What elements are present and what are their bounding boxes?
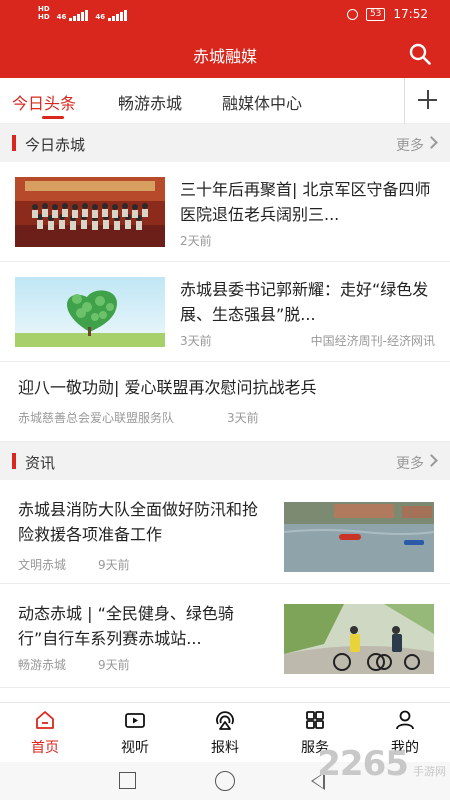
- tab-tour-chicheng[interactable]: 畅游赤城: [118, 90, 182, 114]
- news-thumbnail: [15, 177, 165, 247]
- grid-icon: [306, 711, 324, 729]
- more-link[interactable]: 更多: [396, 135, 424, 155]
- news-thumbnail: [284, 502, 434, 572]
- hd-badge: HD: [38, 13, 50, 21]
- tab-media-center[interactable]: 融媒体中心: [222, 90, 302, 114]
- news-source: 赤城慈善总会爱心联盟服务队: [18, 411, 175, 425]
- news-source: 畅游赤城: [18, 658, 67, 672]
- status-bar: HD HD 46 46 53 17:52: [0, 0, 450, 30]
- news-thumbnail: [15, 277, 165, 347]
- hd-badges: HD HD: [38, 5, 50, 21]
- clock: 17:52: [393, 7, 428, 21]
- battery-indicator: 53: [365, 7, 386, 21]
- news-headline: 迎八一敬功勋| 爱心联盟再次慰问抗战老兵: [18, 378, 317, 397]
- status-right: 53 17:52: [346, 7, 428, 21]
- watermark-text: 手游网: [413, 765, 446, 778]
- news-time: 3天前: [227, 411, 259, 425]
- news-time: 9天前: [98, 558, 130, 572]
- news-headline: 三十年后再聚首| 北京军区守备四师医院退伍老兵阔别三...: [180, 180, 431, 224]
- section-header-today: 今日赤城 更多: [0, 124, 450, 162]
- section-title: 今日赤城: [25, 136, 86, 154]
- nav-report[interactable]: 报料: [190, 703, 260, 763]
- more-link[interactable]: 更多: [396, 453, 424, 473]
- section-accent: [12, 135, 16, 151]
- nav-video[interactable]: 视听: [100, 703, 170, 763]
- user-icon: [396, 710, 414, 730]
- news-item[interactable]: 赤城县委书记郭新耀：走好“绿色发展、生态强县”脱... 3天前 中国经济周刊-经…: [0, 262, 450, 362]
- alarm-icon: [346, 8, 358, 20]
- watermark-number: 2265: [317, 744, 409, 784]
- news-headline: 赤城县消防大队全面做好防汛和抢险救援各项准备工作: [18, 500, 259, 544]
- active-tab-indicator: [42, 116, 64, 119]
- top-bar: HD HD 46 46 53 17:52 赤城融媒: [0, 0, 450, 78]
- news-source: 中国经济周刊-经济网讯: [310, 334, 435, 348]
- search-button[interactable]: [408, 42, 432, 66]
- signal-bars-icon: [69, 10, 89, 21]
- news-source: 文明赤城: [18, 558, 67, 572]
- news-time: 3天前: [180, 334, 212, 348]
- chevron-right-icon[interactable]: [425, 136, 438, 149]
- network-label: 46: [95, 13, 106, 21]
- news-item[interactable]: 赤城县消防大队全面做好防汛和抢险救援各项准备工作 文明赤城 9天前: [0, 480, 450, 584]
- home-icon: [36, 711, 54, 729]
- network-label: 46: [56, 13, 67, 21]
- recent-apps-button[interactable]: [119, 772, 136, 789]
- signal-bars-icon: [108, 10, 128, 21]
- news-time: 9天前: [98, 658, 130, 672]
- video-icon: [125, 713, 145, 728]
- nav-label: 报料: [211, 740, 239, 756]
- nav-label: 视听: [121, 740, 149, 756]
- section-accent: [12, 453, 16, 469]
- watermark: 2265 手游网: [317, 744, 446, 784]
- nav-home[interactable]: 首页: [10, 703, 80, 763]
- broadcast-icon: [216, 711, 234, 730]
- section-header-news: 资讯 更多: [0, 442, 450, 480]
- news-time: 2天前: [180, 234, 212, 248]
- channel-tabs: 今日头条 畅游赤城 融媒体中心: [0, 78, 450, 124]
- title-bar: 赤城融媒: [0, 30, 450, 78]
- add-channel-button[interactable]: [404, 78, 450, 124]
- news-thumbnail: [284, 604, 434, 674]
- news-headline: 赤城县委书记郭新耀：走好“绿色发展、生态强县”脱...: [180, 280, 429, 324]
- signal-indicators: HD HD 46 46: [38, 5, 128, 21]
- search-icon: [409, 43, 431, 65]
- app-title: 赤城融媒: [192, 47, 257, 66]
- home-button[interactable]: [215, 771, 235, 791]
- hd-badge: HD: [38, 5, 50, 13]
- news-item[interactable]: 迎八一敬功勋| 爱心联盟再次慰问抗战老兵 赤城慈善总会爱心联盟服务队 3天前: [0, 362, 450, 442]
- tab-today-headlines[interactable]: 今日头条: [12, 90, 76, 114]
- chevron-right-icon[interactable]: [425, 454, 438, 467]
- news-headline: 动态赤城 | “全民健身、绿色骑行”自行车系列赛赤城站...: [18, 604, 234, 648]
- section-title: 资讯: [25, 454, 56, 472]
- nav-label: 首页: [31, 740, 59, 756]
- news-item[interactable]: 三十年后再聚首| 北京军区守备四师医院退伍老兵阔别三... 2天前: [0, 162, 450, 262]
- news-item[interactable]: 动态赤城 | “全民健身、绿色骑行”自行车系列赛赤城站... 畅游赤城 9天前: [0, 584, 450, 688]
